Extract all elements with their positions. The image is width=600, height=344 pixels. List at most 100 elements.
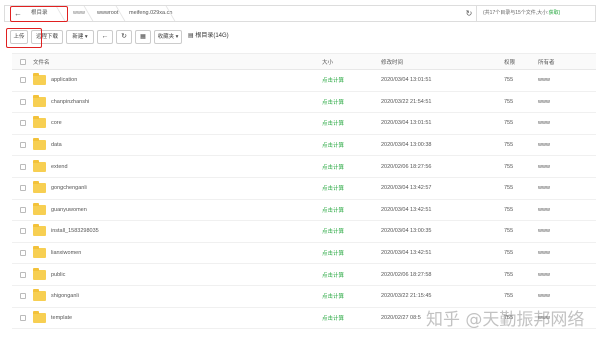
file-name-cell[interactable]: lianxiwomen (33, 243, 81, 264)
file-name-cell[interactable]: public (33, 264, 65, 285)
calculate-size-link[interactable]: 点击计算 (322, 314, 344, 322)
file-name[interactable]: data (51, 142, 62, 148)
file-name-cell[interactable]: data (33, 135, 62, 156)
table-row[interactable]: lianxiwomen 点击计算 2020/03/04 13:42:51 755 www (12, 243, 596, 265)
calculate-size-link[interactable]: 点击计算 (322, 141, 344, 149)
table-row[interactable]: data 点击计算 2020/03/04 13:00:38 755 www (12, 135, 596, 157)
row-checkbox-cell[interactable] (20, 92, 26, 113)
path-refresh-icon[interactable]: ↻ (464, 8, 474, 19)
header-permission[interactable]: 权限 (504, 54, 515, 69)
header-owner[interactable]: 所有者 (538, 54, 555, 69)
checkbox[interactable] (20, 293, 26, 300)
owner[interactable]: www (538, 156, 550, 177)
permission[interactable]: 755 (504, 200, 513, 221)
disk-selector[interactable]: ▤ 根目录(14G) (188, 30, 229, 44)
owner[interactable]: www (538, 92, 550, 113)
row-checkbox-cell[interactable] (20, 286, 26, 307)
file-name-cell[interactable]: chanpinzhanshi (33, 92, 89, 113)
back-button[interactable]: ← (97, 30, 113, 44)
owner[interactable]: www (538, 70, 550, 91)
file-name-cell[interactable]: extend (33, 156, 68, 177)
file-name-cell[interactable]: gongchenganli (33, 178, 87, 199)
row-checkbox-cell[interactable] (20, 135, 26, 156)
file-name[interactable]: chanpinzhanshi (51, 99, 89, 105)
file-name-cell[interactable]: core (33, 113, 62, 134)
table-row[interactable]: public 点击计算 2020/02/06 18:27:58 755 www (12, 264, 596, 286)
owner[interactable]: www (538, 264, 550, 285)
permission[interactable]: 755 (504, 243, 513, 264)
checkbox[interactable] (20, 314, 26, 321)
refresh-button[interactable]: ↻ (116, 30, 132, 44)
header-size[interactable]: 大小 (322, 54, 333, 69)
checkbox[interactable] (20, 77, 26, 84)
table-row[interactable]: gongchenganli 点击计算 2020/03/04 13:42:57 755 w… (12, 178, 596, 200)
calculate-size-link[interactable]: 点击计算 (322, 249, 344, 257)
permission[interactable]: 755 (504, 92, 513, 113)
file-name[interactable]: application (51, 77, 77, 83)
file-name-cell[interactable]: shigonganli (33, 286, 79, 307)
row-checkbox-cell[interactable] (20, 178, 26, 199)
permission[interactable]: 755 (504, 178, 513, 199)
row-checkbox-cell[interactable] (20, 70, 26, 91)
row-checkbox-cell[interactable] (20, 113, 26, 134)
table-row[interactable]: chanpinzhanshi 点击计算 2020/03/22 21:54:51 755… (12, 92, 596, 114)
calculate-size-link[interactable]: 点击计算 (322, 292, 344, 300)
checkbox[interactable] (20, 58, 26, 65)
table-row[interactable]: application 点击计算 2020/03/04 13:01:51 755 www (12, 70, 596, 92)
file-name-cell[interactable]: application (33, 70, 77, 91)
upload-button[interactable]: 上传 (10, 30, 28, 44)
table-row[interactable]: guanyuwomen 点击计算 2020/03/04 13:42:51 755 www (12, 200, 596, 222)
calculate-size-link[interactable]: 点击计算 (322, 271, 344, 279)
owner[interactable]: www (538, 200, 550, 221)
permission[interactable]: 755 (504, 113, 513, 134)
file-name[interactable]: template (51, 315, 72, 321)
checkbox[interactable] (20, 271, 26, 278)
table-row[interactable]: extend 点击计算 2020/02/06 18:27:56 755 www (12, 156, 596, 178)
permission[interactable]: 755 (504, 264, 513, 285)
table-row[interactable]: core 点击计算 2020/03/04 13:01:51 755 www (12, 113, 596, 135)
file-name-cell[interactable]: install_1583298035 (33, 221, 99, 242)
checkbox[interactable] (20, 120, 26, 127)
header-name[interactable]: 文件名 (33, 54, 50, 69)
owner[interactable]: www (538, 135, 550, 156)
row-checkbox-cell[interactable] (20, 221, 26, 242)
file-name-cell[interactable]: guanyuwomen (33, 200, 87, 221)
owner[interactable]: www (538, 113, 550, 134)
file-name-cell[interactable]: template (33, 308, 72, 329)
calculate-size-link[interactable]: 点击计算 (322, 227, 344, 235)
permission[interactable]: 755 (504, 70, 513, 91)
permission[interactable]: 755 (504, 135, 513, 156)
owner[interactable]: www (538, 221, 550, 242)
new-dropdown-button[interactable]: 新建 ▾ (66, 30, 94, 44)
file-name[interactable]: install_1583298035 (51, 228, 99, 234)
calculate-size-link[interactable]: 点击计算 (322, 184, 344, 192)
file-name[interactable]: public (51, 272, 65, 278)
checkbox[interactable] (20, 142, 26, 149)
calendar-button[interactable]: ▦ (135, 30, 151, 44)
file-name[interactable]: guanyuwomen (51, 207, 87, 213)
table-row[interactable]: install_1583298035 点击计算 2020/03/04 13:00:3… (12, 221, 596, 243)
table-row[interactable]: shigonganli 点击计算 2020/03/22 21:15:45 755 www (12, 286, 596, 308)
permission[interactable]: 755 (504, 221, 513, 242)
file-name[interactable]: gongchenganli (51, 185, 87, 191)
remote-download-button[interactable]: 远程下载 (31, 30, 63, 44)
checkbox[interactable] (20, 163, 26, 170)
checkbox[interactable] (20, 206, 26, 213)
row-checkbox-cell[interactable] (20, 308, 26, 329)
header-modified[interactable]: 修改时间 (381, 54, 403, 69)
summary-get-link[interactable]: 获取) (549, 10, 561, 16)
file-name[interactable]: lianxiwomen (51, 250, 81, 256)
file-name[interactable]: core (51, 120, 62, 126)
permission[interactable]: 755 (504, 286, 513, 307)
checkbox[interactable] (20, 228, 26, 235)
breadcrumb-root[interactable]: 根目录 (23, 6, 48, 21)
favorites-dropdown-button[interactable]: 收藏夹 ▾ (154, 30, 182, 44)
calculate-size-link[interactable]: 点击计算 (322, 119, 344, 127)
file-name[interactable]: extend (51, 164, 68, 170)
owner[interactable]: www (538, 178, 550, 199)
checkbox[interactable] (20, 250, 26, 257)
calculate-size-link[interactable]: 点击计算 (322, 163, 344, 171)
checkbox[interactable] (20, 98, 26, 105)
owner[interactable]: www (538, 286, 550, 307)
file-name[interactable]: shigonganli (51, 293, 79, 299)
